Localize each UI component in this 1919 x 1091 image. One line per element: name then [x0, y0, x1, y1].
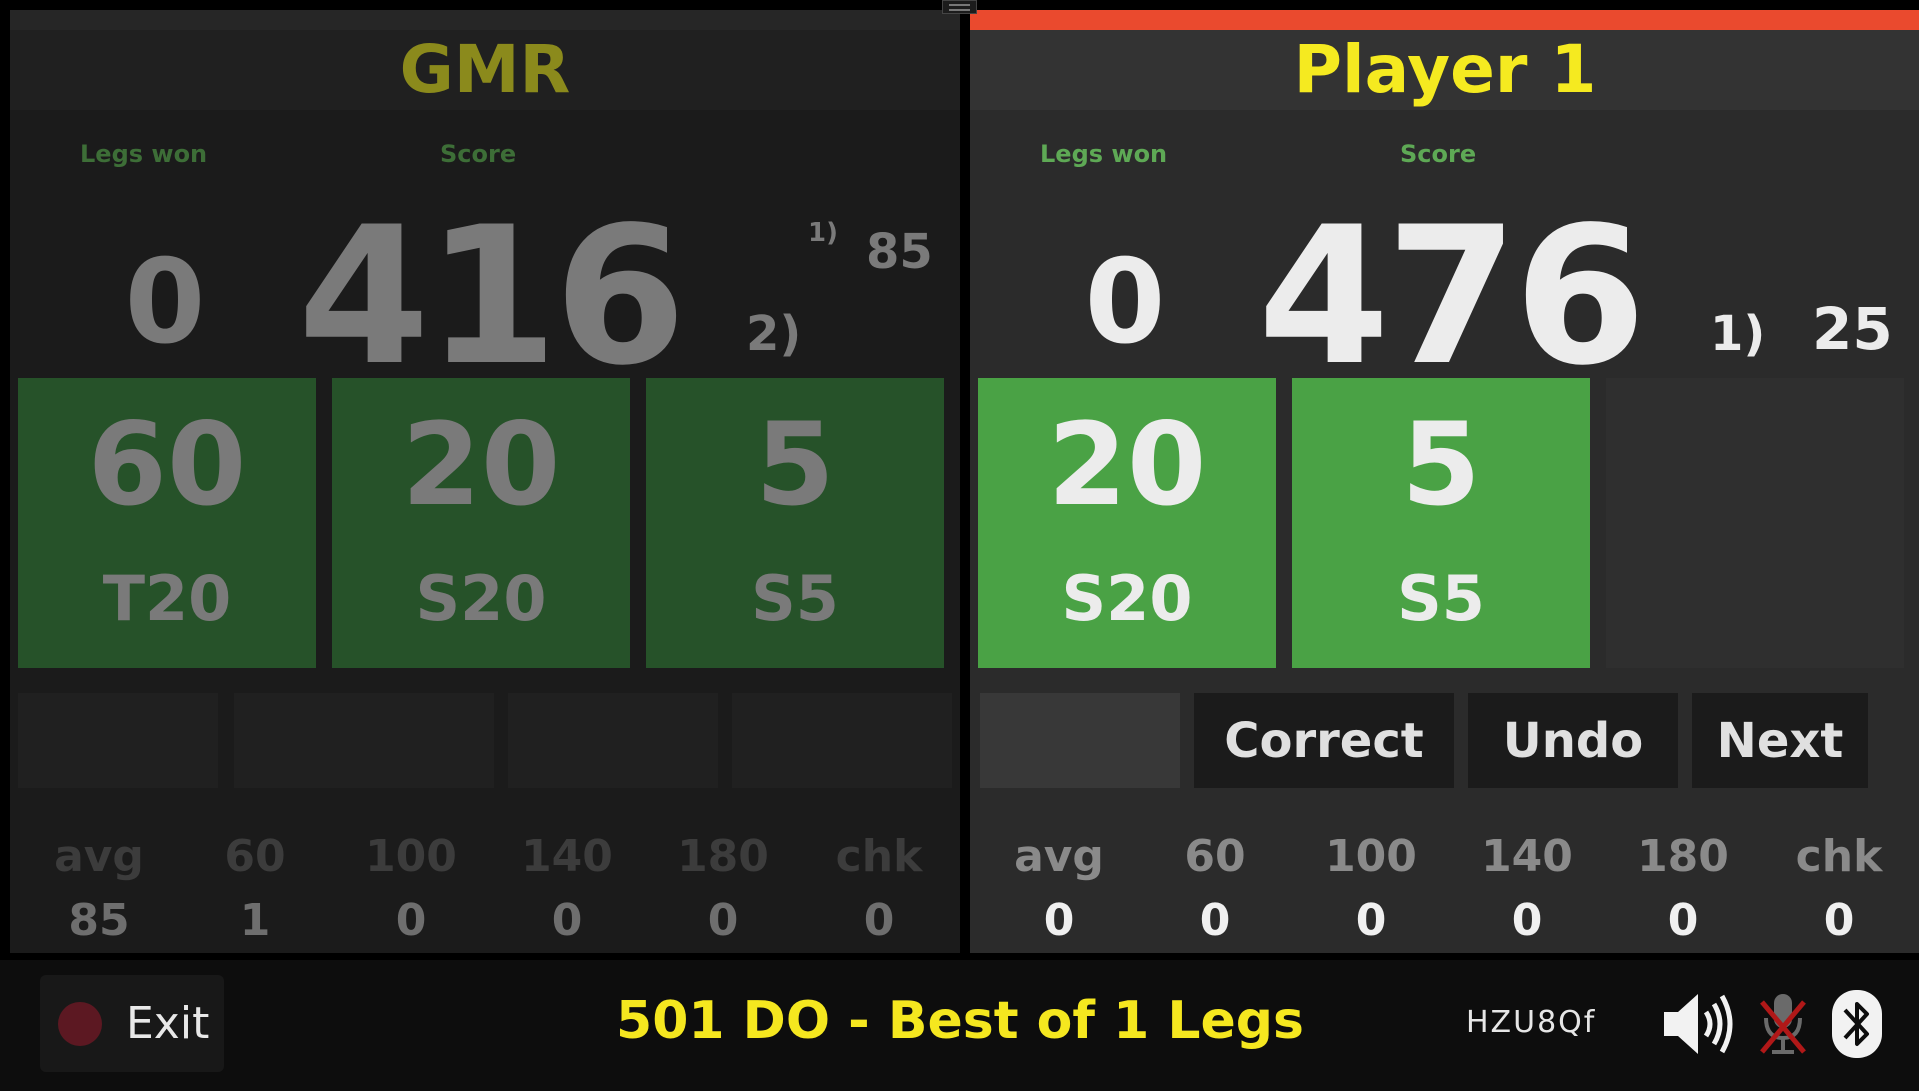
stat-140: 140 0	[492, 835, 642, 943]
dart-points: 5	[755, 398, 835, 531]
dart-tile-2: 5 S5	[1292, 378, 1590, 668]
dart-segment: S20	[415, 562, 547, 635]
dart-points: 20	[401, 398, 561, 531]
player-name-text: GMR	[399, 31, 571, 108]
stat-label: 100	[365, 831, 457, 882]
correct-button[interactable]: Correct	[1194, 693, 1454, 788]
player-name: Player 1	[970, 30, 1919, 110]
dart-segment: S5	[1397, 562, 1485, 635]
legs-won-label: Legs won	[80, 140, 208, 168]
stat-value: 0	[395, 895, 427, 946]
action-slot-blank	[508, 693, 718, 788]
panel-divider-handle[interactable]	[942, 0, 977, 14]
stat-label: chk	[835, 831, 923, 882]
stat-value: 0	[1511, 895, 1543, 946]
stat-label: 140	[521, 831, 613, 882]
checkout-suggestion-value-1: 25	[1812, 295, 1893, 363]
stat-chk: chk 0	[1764, 835, 1914, 943]
checkout-suggestion-index-2: 2)	[746, 306, 802, 362]
active-player-bar	[970, 10, 1919, 30]
game-title: 501 DO - Best of 1 Legs	[616, 991, 1304, 1051]
stat-value: 0	[1199, 895, 1231, 946]
stat-value: 1	[239, 895, 271, 946]
dart-tile-1: 20 S20	[978, 378, 1276, 668]
dart-segment: S20	[1061, 562, 1193, 635]
stat-180: 180 0	[1608, 835, 1758, 943]
stat-label: 100	[1325, 831, 1417, 882]
action-slot-blank	[980, 693, 1180, 788]
player-panel-player-1: Player 1 Legs won Score 0 476 1) 25 20 S…	[970, 10, 1919, 953]
footer-bar: Exit 501 DO - Best of 1 Legs HZU8Qf	[0, 960, 1919, 1091]
stat-value: 0	[863, 895, 895, 946]
action-slot-blank	[18, 693, 218, 788]
stat-avg: avg 0	[984, 835, 1134, 943]
bluetooth-icon[interactable]	[1830, 988, 1884, 1064]
stat-label: chk	[1795, 831, 1883, 882]
stat-label: 60	[1184, 831, 1246, 882]
dart-points: 20	[1047, 398, 1207, 531]
next-button[interactable]: Next	[1692, 693, 1868, 788]
session-code: HZU8Qf	[1466, 1005, 1597, 1040]
dart-tile-3-empty	[1606, 378, 1904, 668]
dart-tile-3: 5 S5	[646, 378, 944, 668]
record-dot-icon	[58, 1001, 102, 1046]
stat-140: 140 0	[1452, 835, 1602, 943]
stat-value: 0	[1043, 895, 1075, 946]
legs-won-value: 0	[1084, 235, 1166, 370]
score-label: Score	[1400, 140, 1477, 168]
stat-value: 0	[551, 895, 583, 946]
stat-label: 180	[677, 831, 769, 882]
action-slot-blank	[234, 693, 494, 788]
stat-label: avg	[1014, 831, 1104, 882]
action-slot-blank	[732, 693, 952, 788]
stat-100: 100 0	[1296, 835, 1446, 943]
stat-value: 0	[1355, 895, 1387, 946]
dart-points: 60	[87, 398, 247, 531]
checkout-suggestion-value-1: 85	[866, 224, 933, 280]
exit-label: Exit	[126, 998, 210, 1049]
microphone-muted-icon[interactable]	[1756, 988, 1810, 1064]
stat-label: 60	[224, 831, 286, 882]
score-label: Score	[440, 140, 517, 168]
stat-label: 140	[1481, 831, 1573, 882]
stat-chk: chk 0	[804, 835, 954, 943]
dart-segment: S5	[751, 562, 839, 635]
legs-won-label: Legs won	[1040, 140, 1168, 168]
stat-avg: avg 85	[24, 835, 174, 943]
stat-60: 60 1	[180, 835, 330, 943]
speaker-icon[interactable]	[1660, 988, 1740, 1064]
stat-value: 85	[68, 895, 130, 946]
stat-value: 0	[707, 895, 739, 946]
dart-tile-1: 60 T20	[18, 378, 316, 668]
stat-60: 60 0	[1140, 835, 1290, 943]
stat-180: 180 0	[648, 835, 798, 943]
stat-value: 0	[1667, 895, 1699, 946]
checkout-suggestion-index-1: 1)	[1710, 306, 1766, 362]
stat-100: 100 0	[336, 835, 486, 943]
undo-button[interactable]: Undo	[1468, 693, 1678, 788]
dart-segment: T20	[102, 562, 232, 635]
stat-label: avg	[54, 831, 144, 882]
exit-button[interactable]: Exit	[40, 975, 224, 1072]
player-status-bar	[10, 10, 960, 30]
player-name-text: Player 1	[1293, 31, 1597, 108]
score-value: 476	[1257, 186, 1647, 407]
player-name: GMR	[10, 30, 960, 110]
score-value: 416	[297, 186, 687, 407]
dart-points: 5	[1401, 398, 1481, 531]
legs-won-value: 0	[124, 235, 206, 370]
stat-label: 180	[1637, 831, 1729, 882]
stat-value: 0	[1823, 895, 1855, 946]
dart-tile-2: 20 S20	[332, 378, 630, 668]
checkout-suggestion-index-1: 1)	[808, 218, 838, 248]
player-panel-gmr: GMR Legs won Score 0 416 1) 85 2) 60 T20…	[10, 10, 960, 953]
